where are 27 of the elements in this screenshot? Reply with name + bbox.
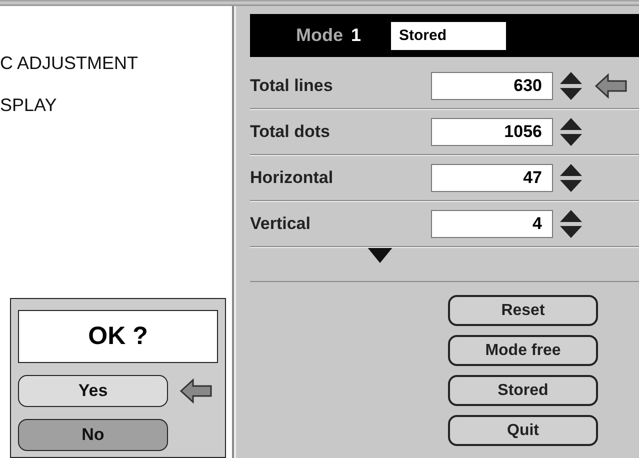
up-down-arrows-icon[interactable] <box>559 70 583 100</box>
dialog-button[interactable]: No <box>18 419 168 451</box>
up-down-arrows-icon[interactable] <box>559 162 583 192</box>
mode-number: 1 <box>351 25 362 46</box>
menu-button[interactable]: Quit <box>448 415 598 446</box>
pointer-arrow-icon <box>180 378 212 404</box>
value-field[interactable]: 1056 <box>431 118 553 146</box>
pointer-arrow-icon <box>595 72 627 98</box>
setting-label: Total dots <box>250 122 331 142</box>
setting-label: Horizontal <box>250 168 334 188</box>
setting-label: Vertical <box>250 214 312 234</box>
menu-item[interactable]: SPLAY <box>0 84 232 126</box>
value-field[interactable]: 630 <box>431 72 553 100</box>
menu-item[interactable]: C ADJUSTMENT <box>0 42 232 84</box>
setting-label: Total lines <box>250 76 334 96</box>
up-down-arrows-icon[interactable] <box>559 208 583 238</box>
up-down-arrows-icon[interactable] <box>559 116 583 146</box>
menu-button[interactable]: Stored <box>448 375 598 406</box>
value-field[interactable]: 47 <box>431 164 553 192</box>
down-triangle-icon[interactable] <box>366 247 392 263</box>
menu-button[interactable]: Reset <box>448 295 598 326</box>
menu-button[interactable]: Mode free <box>448 335 598 366</box>
dialog-button[interactable]: Yes <box>18 375 168 407</box>
mode-label: Mode <box>296 25 343 46</box>
dialog-title: OK ? <box>18 310 218 363</box>
mode-status-field: Stored <box>391 22 506 50</box>
value-field[interactable]: 4 <box>431 210 553 238</box>
